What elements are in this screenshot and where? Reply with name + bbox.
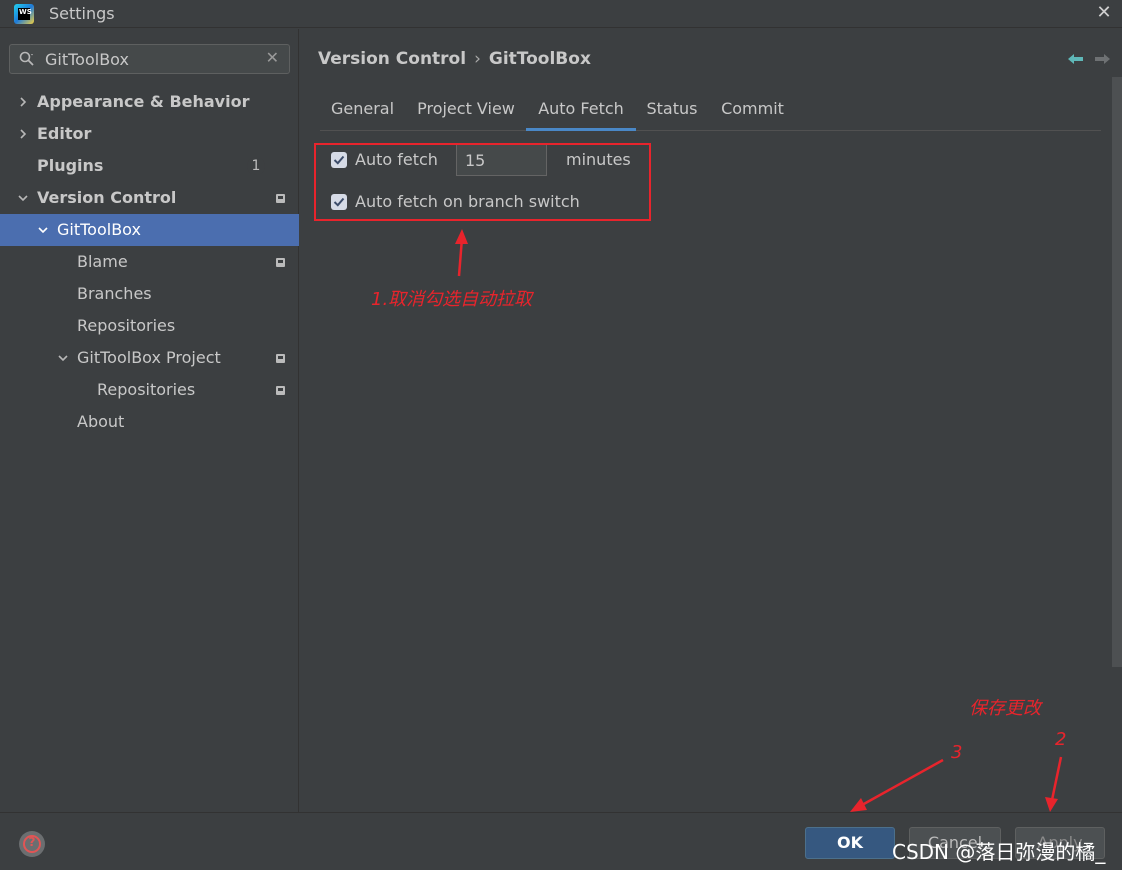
tab-general[interactable]: General <box>320 89 405 131</box>
breadcrumb: Version Control › GitToolBox <box>318 49 591 69</box>
annotation-highlight-box <box>314 143 651 221</box>
sidebar-item-project-repositories[interactable]: Repositories <box>0 374 299 406</box>
sidebar-item-label: GitToolBox Project <box>77 348 221 367</box>
tab-project-view[interactable]: Project View <box>408 89 524 131</box>
sidebar-item-label: Plugins <box>37 156 104 175</box>
sidebar-item-label: Appearance & Behavior <box>37 92 250 111</box>
breadcrumb-current: GitToolBox <box>488 49 591 69</box>
breadcrumb-parent[interactable]: Version Control <box>318 49 466 69</box>
sidebar-item-blame[interactable]: Blame <box>0 246 299 278</box>
sidebar-item-label: About <box>77 412 125 431</box>
sidebar-item-label: Blame <box>77 252 128 271</box>
back-arrow-icon[interactable] <box>1066 51 1086 67</box>
forward-arrow-icon[interactable] <box>1092 51 1112 67</box>
tab-bar: General Project View Auto Fetch Status C… <box>320 89 1101 131</box>
chevron-right-icon[interactable] <box>16 86 30 118</box>
project-level-icon <box>276 354 285 363</box>
sidebar-item-label: Repositories <box>77 316 176 335</box>
project-level-icon <box>276 386 285 395</box>
title-bar: WS Settings ✕ <box>0 0 1122 28</box>
app-icon-label: WS <box>19 8 32 16</box>
sidebar-item-label: GitToolBox <box>57 220 141 239</box>
annotation-step3-text: 3 <box>951 742 963 763</box>
chevron-down-icon[interactable] <box>36 214 50 246</box>
clear-search-icon[interactable]: ✕ <box>266 48 279 67</box>
search-input[interactable] <box>45 49 255 69</box>
sidebar-item-label: Version Control <box>37 188 177 207</box>
sidebar-item-plugins[interactable]: Plugins 1 <box>0 150 299 182</box>
sidebar-item-editor[interactable]: Editor <box>0 118 299 150</box>
window-title: Settings <box>49 4 115 23</box>
breadcrumb-separator: › <box>474 49 481 69</box>
sidebar-item-gittoolbox-project[interactable]: GitToolBox Project <box>0 342 299 374</box>
sidebar-item-version-control[interactable]: Version Control <box>0 182 299 214</box>
sidebar-item-repositories[interactable]: Repositories <box>0 310 299 342</box>
vertical-scrollbar[interactable] <box>1112 77 1122 667</box>
help-icon[interactable]: ? <box>19 831 45 857</box>
webstorm-app-icon: WS <box>14 4 34 24</box>
chevron-down-icon[interactable] <box>56 342 70 374</box>
sidebar-item-label: Editor <box>37 124 92 143</box>
project-level-icon <box>276 258 285 267</box>
chevron-right-icon[interactable] <box>16 118 30 150</box>
sidebar-item-appearance-behavior[interactable]: Appearance & Behavior <box>0 86 299 118</box>
annotation-step2-text: 2 <box>1055 729 1067 750</box>
tab-auto-fetch[interactable]: Auto Fetch <box>526 89 636 131</box>
annotation-save-text: 保存更改 <box>969 698 1041 719</box>
close-icon[interactable]: ✕ <box>1094 2 1114 24</box>
ok-button[interactable]: OK <box>805 827 895 859</box>
tab-status[interactable]: Status <box>638 89 706 131</box>
sidebar-item-label: Repositories <box>97 380 196 399</box>
search-box[interactable]: ✕ <box>9 44 290 74</box>
watermark: CSDN @落日弥漫的橘_ <box>892 840 1106 864</box>
plugins-update-badge: 1 <box>247 157 265 175</box>
chevron-down-icon[interactable] <box>16 182 30 214</box>
sidebar-item-label: Branches <box>77 284 152 303</box>
annotation-step1-text: 1.取消勾选自动拉取 <box>371 289 533 310</box>
sidebar-item-about[interactable]: About <box>0 406 299 438</box>
sidebar-item-branches[interactable]: Branches <box>0 278 299 310</box>
project-level-icon <box>276 194 285 203</box>
tab-commit[interactable]: Commit <box>710 89 795 131</box>
settings-sidebar: ✕ Appearance & Behavior Editor Plugins 1… <box>0 29 299 812</box>
search-icon <box>19 51 34 66</box>
sidebar-item-gittoolbox[interactable]: GitToolBox <box>0 214 299 246</box>
